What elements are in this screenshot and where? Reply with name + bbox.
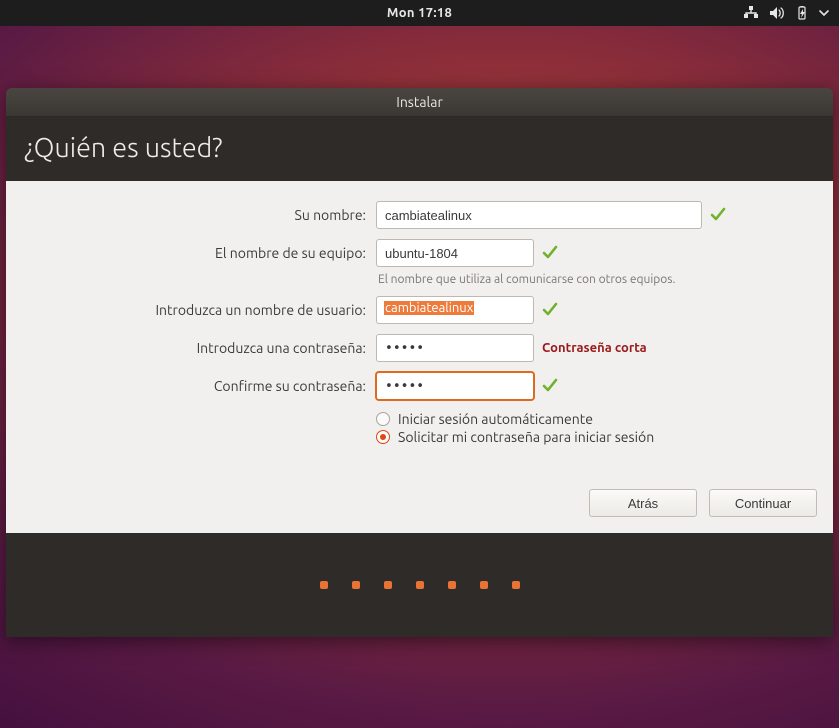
installer-window: Instalar ¿Quién es usted? Su nombre: El …: [6, 88, 833, 637]
progress-dot: [512, 581, 520, 589]
radio-auto-login[interactable]: Iniciar sesión automáticamente: [376, 410, 833, 428]
password-input[interactable]: [376, 334, 534, 362]
check-icon: [542, 378, 558, 394]
hostname-hint: El nombre que utiliza al comunicarse con…: [376, 273, 833, 286]
confirm-password-input[interactable]: [376, 372, 534, 400]
volume-icon[interactable]: [769, 6, 785, 20]
chevron-down-icon[interactable]: [819, 6, 829, 20]
radio-icon: [376, 412, 390, 426]
confirm-label: Confirme su contraseña:: [16, 372, 376, 400]
radio-icon: [376, 430, 390, 444]
clock-label: Mon 17:18: [387, 6, 452, 20]
progress-dot: [480, 581, 488, 589]
window-title: Instalar: [6, 88, 833, 117]
check-icon: [710, 207, 726, 223]
back-button[interactable]: Atrás: [589, 489, 697, 517]
progress-dot: [320, 581, 328, 589]
progress-dot: [352, 581, 360, 589]
name-input[interactable]: [376, 201, 702, 229]
gnome-topbar: Mon 17:18: [0, 0, 839, 26]
progress-dot: [448, 581, 456, 589]
progress-dot: [416, 581, 424, 589]
username-label: Introduzca un nombre de usuario:: [16, 296, 376, 324]
hostname-input[interactable]: [376, 239, 534, 267]
desktop-spacer: [0, 26, 839, 88]
hostname-label: El nombre de su equipo:: [16, 239, 376, 267]
name-label: Su nombre:: [16, 201, 376, 229]
continue-button[interactable]: Continuar: [709, 489, 817, 517]
network-icon[interactable]: [743, 6, 759, 20]
battery-icon[interactable]: [795, 6, 809, 20]
username-input[interactable]: [376, 296, 534, 324]
check-icon: [542, 302, 558, 318]
form-content: Su nombre: El nombre de su equipo: El no…: [6, 181, 833, 533]
password-strength: Contraseña corta: [542, 341, 647, 355]
password-label: Introduzca una contraseña:: [16, 334, 376, 362]
system-tray[interactable]: [743, 6, 829, 20]
radio-require-label: Solicitar mi contraseña para iniciar ses…: [398, 429, 654, 445]
check-icon: [542, 245, 558, 261]
radio-auto-label: Iniciar sesión automáticamente: [398, 411, 593, 427]
page-title: ¿Quién es usted?: [6, 117, 833, 181]
progress-dots: [6, 533, 833, 637]
radio-require-password[interactable]: Solicitar mi contraseña para iniciar ses…: [376, 428, 833, 446]
progress-dot: [384, 581, 392, 589]
